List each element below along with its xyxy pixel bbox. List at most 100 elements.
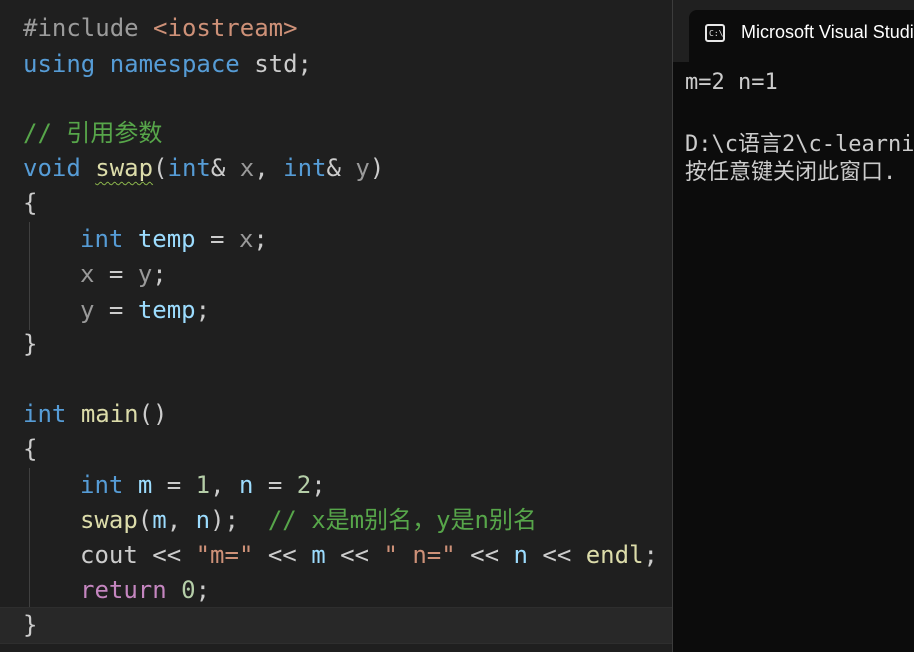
code-token: using — [23, 50, 96, 78]
code-token: temp — [137, 225, 196, 253]
code-token: { — [23, 435, 38, 463]
code-token: x — [80, 260, 95, 288]
code-line[interactable]: // 引用参数 — [0, 116, 672, 151]
code-line[interactable]: { — [0, 432, 672, 467]
code-token: m — [152, 506, 167, 534]
code-token: , — [254, 154, 284, 182]
code-editor[interactable]: #include <iostream> using namespace std;… — [0, 0, 672, 652]
code-token: m — [311, 541, 326, 569]
code-line[interactable] — [0, 82, 672, 117]
code-token: int — [80, 471, 124, 499]
code-token: void — [23, 154, 81, 182]
code-text: void swap(int& x, int& y) — [23, 151, 384, 186]
console-tab-bar: C:\ Microsoft Visual Studio Debug Consol… — [673, 0, 914, 62]
code-token: } — [23, 611, 38, 639]
code-token: m — [137, 471, 153, 499]
code-token: ; — [195, 296, 211, 324]
code-line[interactable]: { — [0, 186, 672, 221]
debug-console-window[interactable]: C:\ Microsoft Visual Studio Debug Consol… — [672, 0, 914, 652]
code-line[interactable]: int m = 1, n = 2; — [0, 468, 672, 503]
code-token: << — [137, 541, 196, 569]
code-token: // 引用参数 — [23, 119, 163, 147]
code-line[interactable]: swap(m, n); // x是m别名，y是n别名 — [0, 503, 672, 538]
code-text: int main() — [23, 397, 168, 432]
code-token: ; — [152, 260, 167, 288]
code-token: () — [138, 400, 168, 428]
code-token: ); — [210, 506, 268, 534]
code-line[interactable] — [0, 362, 672, 397]
code-token: y — [137, 260, 153, 288]
code-token: int — [23, 400, 67, 428]
code-text: #include <iostream> — [23, 11, 298, 46]
code-text: cout << "m=" << m << " n=" << n << endl; — [80, 538, 658, 573]
code-token: = — [94, 296, 138, 324]
code-token: = — [152, 471, 196, 499]
code-token: #include — [23, 14, 154, 42]
code-token: 2 — [296, 471, 312, 499]
code-token: " n=" — [383, 541, 456, 569]
code-token: namespace — [109, 50, 240, 78]
terminal-icon: C:\ — [705, 24, 725, 42]
code-line[interactable]: y = temp; — [0, 293, 672, 328]
code-line[interactable]: x = y; — [0, 257, 672, 292]
code-token: ; — [311, 471, 326, 499]
code-token: int — [283, 154, 327, 182]
code-token: , — [210, 471, 239, 499]
code-token: ( — [153, 154, 168, 182]
code-token: ( — [137, 506, 153, 534]
code-token: "m=" — [195, 541, 254, 569]
code-token: int — [80, 225, 124, 253]
code-line-current[interactable]: } — [0, 607, 672, 644]
code-token: } — [23, 330, 38, 358]
code-token: ) — [369, 154, 385, 182]
code-token: // x是m别名，y是n别名 — [267, 506, 538, 534]
code-line[interactable]: int main() — [0, 397, 672, 432]
console-tab[interactable]: C:\ Microsoft Visual Studio Debug Consol… — [689, 10, 914, 62]
code-token: swap — [95, 154, 154, 182]
code-token: swap — [80, 506, 138, 534]
code-token: << — [455, 541, 514, 569]
code-token: << — [253, 541, 312, 569]
code-token: 0 — [181, 576, 196, 604]
code-line[interactable]: cout << "m=" << m << " n=" << n << endl; — [0, 538, 672, 573]
console-tab-title: Microsoft Visual Studio Debug Console — [741, 22, 914, 42]
code-token: x — [238, 225, 254, 253]
code-text: int temp = x; — [80, 222, 268, 257]
code-text: { — [23, 186, 37, 221]
code-line[interactable]: using namespace std; — [0, 47, 672, 82]
console-output-line: m=2 n=1 — [685, 70, 778, 95]
code-token: = — [253, 471, 297, 499]
code-token: ; — [253, 225, 268, 253]
code-line[interactable]: } — [0, 327, 672, 362]
code-text: return 0; — [80, 573, 210, 608]
code-line[interactable]: return 0; — [0, 573, 672, 608]
code-line[interactable]: void swap(int& x, int& y) — [0, 151, 672, 186]
code-text: swap(m, n); // x是m别名，y是n别名 — [80, 503, 537, 538]
code-token: = — [195, 225, 239, 253]
code-token: <iostream> — [153, 14, 298, 42]
code-token: ; — [195, 576, 211, 604]
code-line[interactable]: int temp = x; — [0, 222, 672, 257]
code-token: x — [239, 154, 255, 182]
code-token: cout — [80, 541, 138, 569]
code-text: y = temp; — [80, 293, 210, 328]
code-token: int — [167, 154, 211, 182]
code-token: y — [355, 154, 370, 182]
code-text: } — [23, 608, 37, 643]
code-token: y — [80, 296, 95, 324]
code-token: & — [326, 154, 356, 182]
code-line[interactable]: #include <iostream> — [0, 11, 672, 46]
code-token: ; — [643, 541, 658, 569]
code-token: temp — [137, 296, 196, 324]
code-token: n — [195, 506, 211, 534]
code-token: return — [80, 576, 167, 604]
code-text: { — [23, 432, 37, 467]
code-token: main — [80, 400, 139, 428]
console-output-line: 按任意键关闭此窗口. . . — [685, 160, 914, 185]
